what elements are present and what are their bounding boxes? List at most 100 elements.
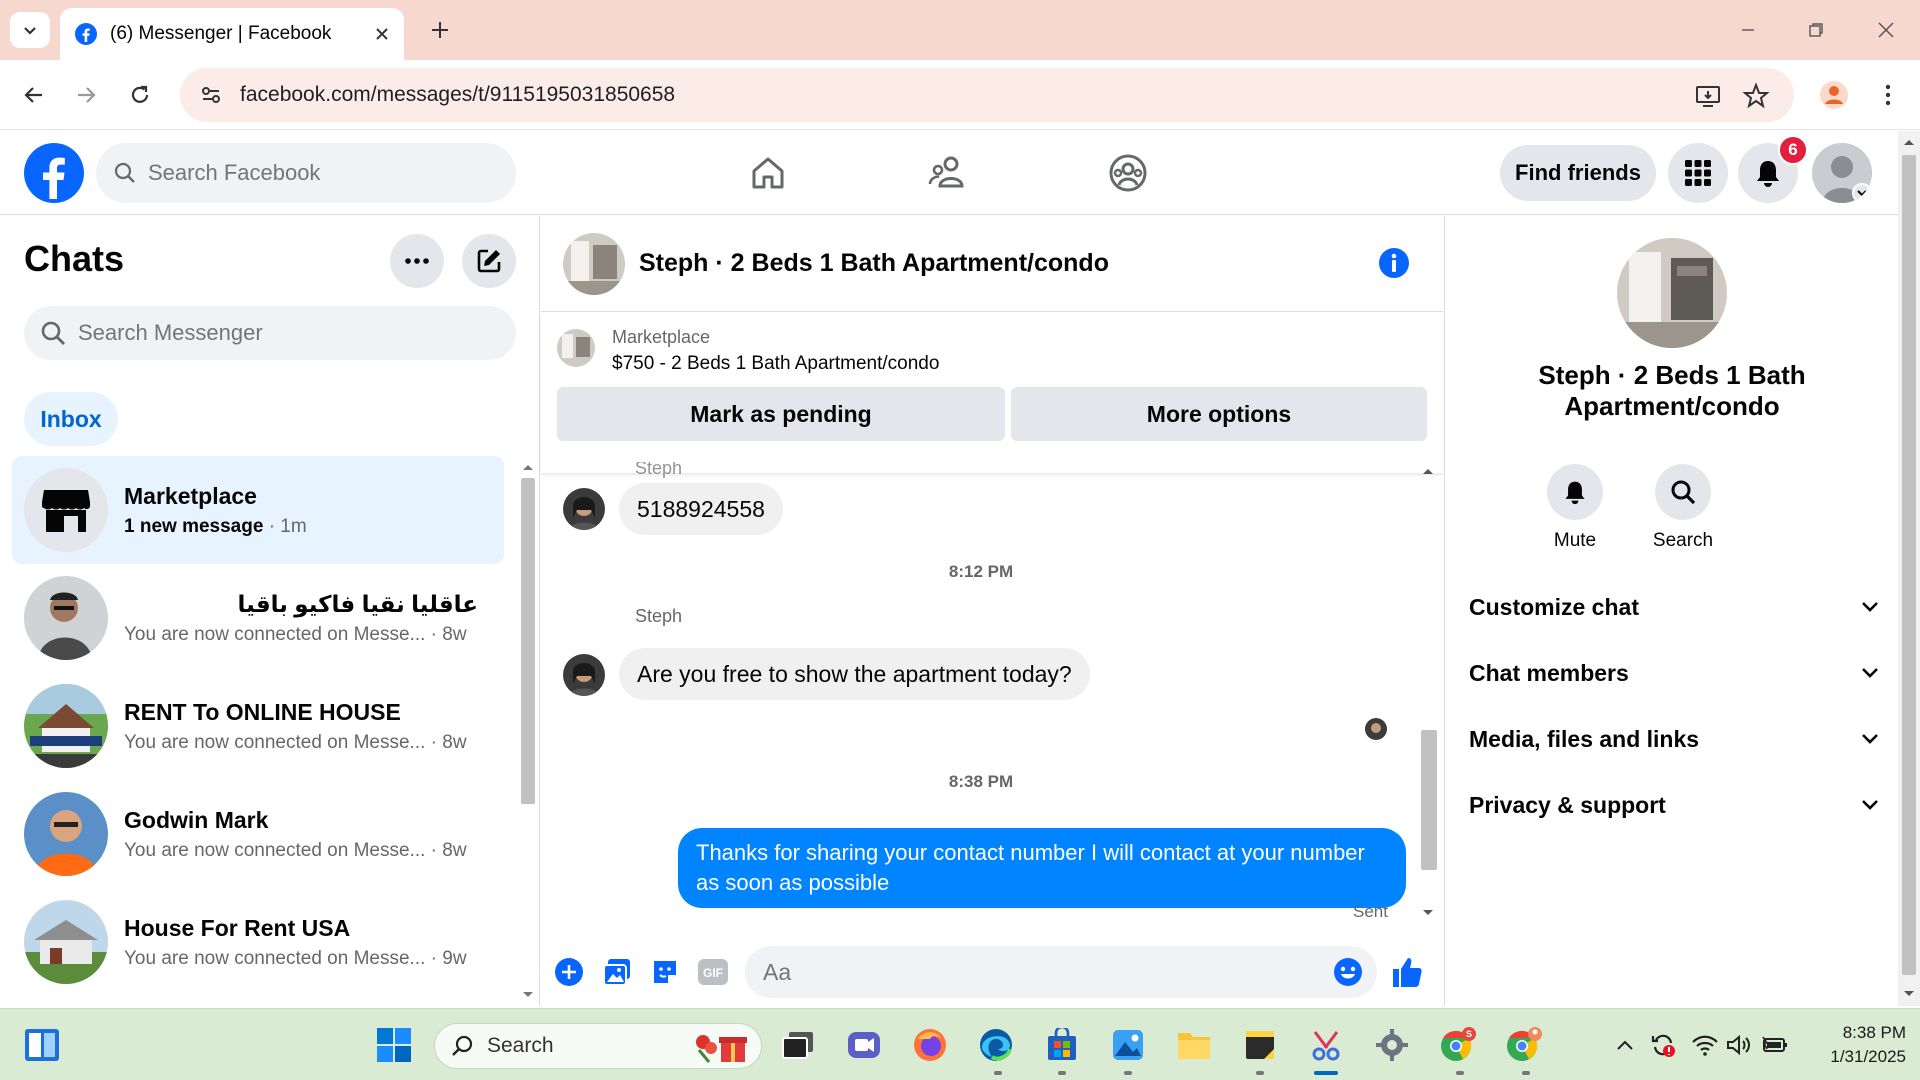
facebook-logo-icon[interactable] [24,143,84,203]
message-input-box[interactable] [745,946,1377,998]
settings-button[interactable] [1372,1025,1412,1065]
conversation-header[interactable]: Steph · 2 Beds 1 Bath Apartment/condo [541,216,1443,312]
chat-info-name: Steph · 2 Beds 1 Bath Apartment/condo [1538,360,1806,421]
privacy-support-section[interactable]: Privacy & support [1469,780,1879,830]
scrollbar-thumb[interactable] [1902,155,1916,975]
sticky-notes-button[interactable] [1240,1025,1280,1065]
messenger-search[interactable] [24,306,516,360]
apartment-photo-icon [1617,238,1727,348]
chat-item-godwin-mark[interactable]: Godwin Mark You are now connected on Mes… [12,780,504,888]
chrome-profile-s-button[interactable]: S [1438,1025,1478,1065]
firefox-button[interactable] [910,1025,950,1065]
restore-button[interactable] [1792,12,1840,48]
sticker-button[interactable] [647,954,683,990]
taskbar-clock[interactable]: 8:38 PM 1/31/2025 [1806,1021,1906,1069]
conversation-avatar[interactable] [563,232,625,295]
listing-thumbnail[interactable] [557,329,595,367]
teams-chat-button[interactable] [844,1025,884,1065]
friends-nav-button[interactable] [924,149,972,197]
browser-tab-active[interactable]: (6) Messenger | Facebook [60,8,404,60]
facebook-search-input[interactable] [148,160,448,186]
start-button[interactable] [374,1025,414,1065]
battery-icon[interactable] [1758,1025,1792,1065]
more-actions-button[interactable] [551,954,587,990]
message-bubble-incoming[interactable]: Are you free to show the apartment today… [619,648,1090,700]
contact-avatar [24,684,108,768]
chat-item-arabic-contact[interactable]: عاقليا نقيا فاكيو باقيا You are now conn… [12,564,504,672]
home-nav-button[interactable] [744,149,792,197]
forward-button[interactable] [68,77,104,113]
more-options-button[interactable]: More options [1011,387,1427,441]
install-app-icon[interactable] [1694,82,1722,110]
tab-search-dropdown[interactable] [10,12,50,48]
like-button[interactable] [1389,954,1425,990]
sender-avatar[interactable] [563,488,605,530]
chats-options-button[interactable] [390,234,444,288]
media-files-links-section[interactable]: Media, files and links [1469,714,1879,764]
file-explorer-button[interactable] [1174,1025,1214,1065]
chrome-profile-button[interactable] [1504,1025,1544,1065]
person-photo-icon [24,576,108,660]
person-photo-icon [24,792,108,876]
scrollbar-thumb[interactable] [1421,730,1437,870]
widgets-button[interactable] [22,1025,62,1065]
facebook-search[interactable] [96,143,516,203]
task-view-button[interactable] [778,1025,818,1065]
gif-button[interactable]: GIF [695,954,731,990]
account-avatar[interactable] [1812,143,1872,203]
chat-snippet: You are now connected on Messe... [124,947,426,969]
attach-media-button[interactable] [599,954,635,990]
wifi-icon[interactable] [1688,1025,1722,1065]
marketplace-avatar [24,468,108,552]
sync-status-icon[interactable] [1646,1025,1680,1065]
message-bubble-incoming[interactable]: 5188924558 [619,483,783,535]
customize-chat-section[interactable]: Customize chat [1469,582,1879,632]
mark-as-pending-button[interactable]: Mark as pending [557,387,1005,441]
emoji-icon[interactable] [1333,957,1363,987]
search-in-chat-action[interactable]: Search [1633,464,1733,552]
groups-nav-button[interactable] [1104,149,1152,197]
chat-members-section[interactable]: Chat members [1469,648,1879,698]
running-indicator [1522,1071,1530,1075]
photos-button[interactable] [1108,1025,1148,1065]
chat-info-avatar[interactable] [1617,238,1727,348]
chat-item-marketplace[interactable]: Marketplace 1 new message · 1m [12,456,504,564]
listing-title[interactable]: $750 - 2 Beds 1 Bath Apartment/condo [612,353,939,375]
inbox-filter-tab[interactable]: Inbox [24,392,118,446]
find-friends-button[interactable]: Find friends [1500,145,1656,201]
store-button[interactable] [1042,1025,1082,1065]
search-icon [452,1035,473,1056]
back-button[interactable] [16,77,52,113]
show-hidden-icons-button[interactable] [1610,1025,1640,1065]
new-message-button[interactable] [462,234,516,288]
menu-button[interactable] [1668,143,1728,203]
chat-item-rent-to-online-house[interactable]: RENT To ONLINE HOUSE You are now connect… [12,672,504,780]
profile-button[interactable] [1816,77,1852,113]
site-settings-icon[interactable] [200,84,222,106]
omnibox[interactable]: facebook.com/messages/t/9115195031850658 [180,68,1794,122]
message-bubble-outgoing[interactable]: Thanks for sharing your contact number I… [678,828,1406,908]
scrollbar-thumb[interactable] [521,478,535,804]
close-window-button[interactable] [1862,12,1910,48]
edge-button[interactable] [976,1025,1016,1065]
chevron-down-icon [1862,734,1878,744]
close-tab-icon[interactable] [374,26,390,42]
volume-icon[interactable] [1722,1025,1756,1065]
reload-button[interactable] [122,77,158,113]
message-input[interactable] [763,958,1303,986]
svg-text:S: S [1466,1029,1472,1039]
mute-action[interactable]: Mute [1525,464,1625,552]
browser-menu-button[interactable] [1870,77,1906,113]
chat-item-house-for-rent-usa[interactable]: House For Rent USA You are now connected… [12,888,504,996]
messenger-search-input[interactable] [78,320,378,346]
page-scrollbar[interactable] [1898,131,1920,1006]
minimize-button[interactable] [1724,12,1772,48]
bookmark-star-icon[interactable] [1742,82,1770,110]
conversation-info-button[interactable] [1377,246,1411,280]
new-tab-button[interactable] [424,14,456,46]
snipping-tool-button[interactable] [1306,1025,1346,1065]
message-scrollbar[interactable] [1415,462,1441,924]
taskbar-search[interactable]: Search [434,1023,762,1069]
sender-avatar[interactable] [563,654,605,696]
chat-list-scrollbar[interactable] [518,456,538,1006]
